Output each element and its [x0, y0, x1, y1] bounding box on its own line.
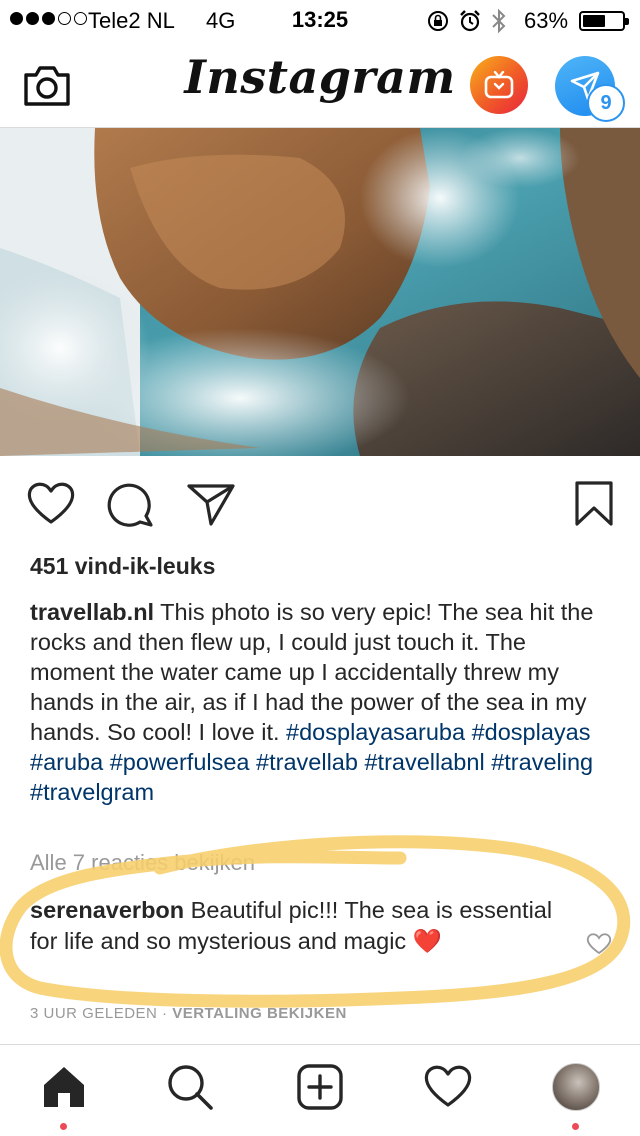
share-icon[interactable]: [186, 480, 236, 528]
battery-icon: [579, 11, 629, 31]
see-translation-link[interactable]: VERTALING BEKIJKEN: [172, 1005, 347, 1022]
hashtag[interactable]: #dosplayasaruba: [286, 719, 465, 745]
add-icon: [297, 1064, 343, 1110]
red-heart-emoji: ❤️: [412, 928, 442, 954]
caption-username[interactable]: travellab.nl: [30, 599, 154, 625]
tab-add[interactable]: [288, 1063, 352, 1127]
hashtag[interactable]: #travellabnl: [364, 749, 484, 775]
hashtag[interactable]: #travellab: [256, 749, 358, 775]
app-header: Instagram 9: [0, 40, 640, 128]
hashtag[interactable]: #aruba: [30, 749, 103, 775]
alarm-icon: [460, 10, 480, 32]
instagram-logo: Instagram: [184, 50, 456, 104]
post-caption: travellab.nl This photo is so very epic!…: [30, 597, 615, 807]
comment-username[interactable]: serenaverbon: [30, 897, 184, 923]
battery-percent: 63%: [524, 8, 569, 33]
status-icons: [426, 8, 508, 34]
hashtag[interactable]: #traveling: [491, 749, 593, 775]
comment-like-icon[interactable]: [586, 932, 612, 956]
search-icon: [168, 1065, 213, 1110]
post-photo[interactable]: [0, 128, 640, 456]
profile-avatar: [552, 1063, 600, 1111]
comment-icon[interactable]: [106, 480, 156, 528]
hashtag[interactable]: #travelgram: [30, 779, 154, 805]
bookmark-icon[interactable]: [574, 480, 614, 528]
activity-heart-icon: [424, 1065, 472, 1107]
bottom-tab-bar: [0, 1044, 640, 1136]
bluetooth-icon: [492, 8, 506, 34]
tab-search[interactable]: [158, 1063, 222, 1127]
tab-home[interactable]: [32, 1063, 96, 1130]
comment-time: 3 UUR GELEDEN: [30, 1005, 158, 1022]
direct-notification-badge: 9: [587, 84, 625, 122]
comment-meta: 3 UUR GELEDEN · VERTALING BEKIJKEN: [30, 1005, 347, 1022]
rotation-lock-icon: [428, 11, 448, 31]
igtv-icon[interactable]: [470, 56, 528, 114]
tab-activity[interactable]: [416, 1063, 480, 1127]
like-count[interactable]: 451 vind-ik-leuks: [30, 553, 215, 580]
meta-separator: ·: [157, 1005, 173, 1022]
status-bar: Tele2 NL 4G 13:25 63%: [0, 0, 640, 40]
hashtag[interactable]: #dosplayas: [472, 719, 591, 745]
home-icon: [44, 1067, 84, 1107]
hashtag[interactable]: #powerfulsea: [110, 749, 250, 775]
post-actions: [0, 470, 640, 540]
heart-icon[interactable]: [26, 480, 76, 526]
comment-item: serenaverbon Beautiful pic!!! The sea is…: [30, 895, 570, 957]
view-all-comments-link[interactable]: Alle 7 reacties bekijken: [30, 850, 255, 876]
tab-profile[interactable]: [544, 1063, 608, 1130]
